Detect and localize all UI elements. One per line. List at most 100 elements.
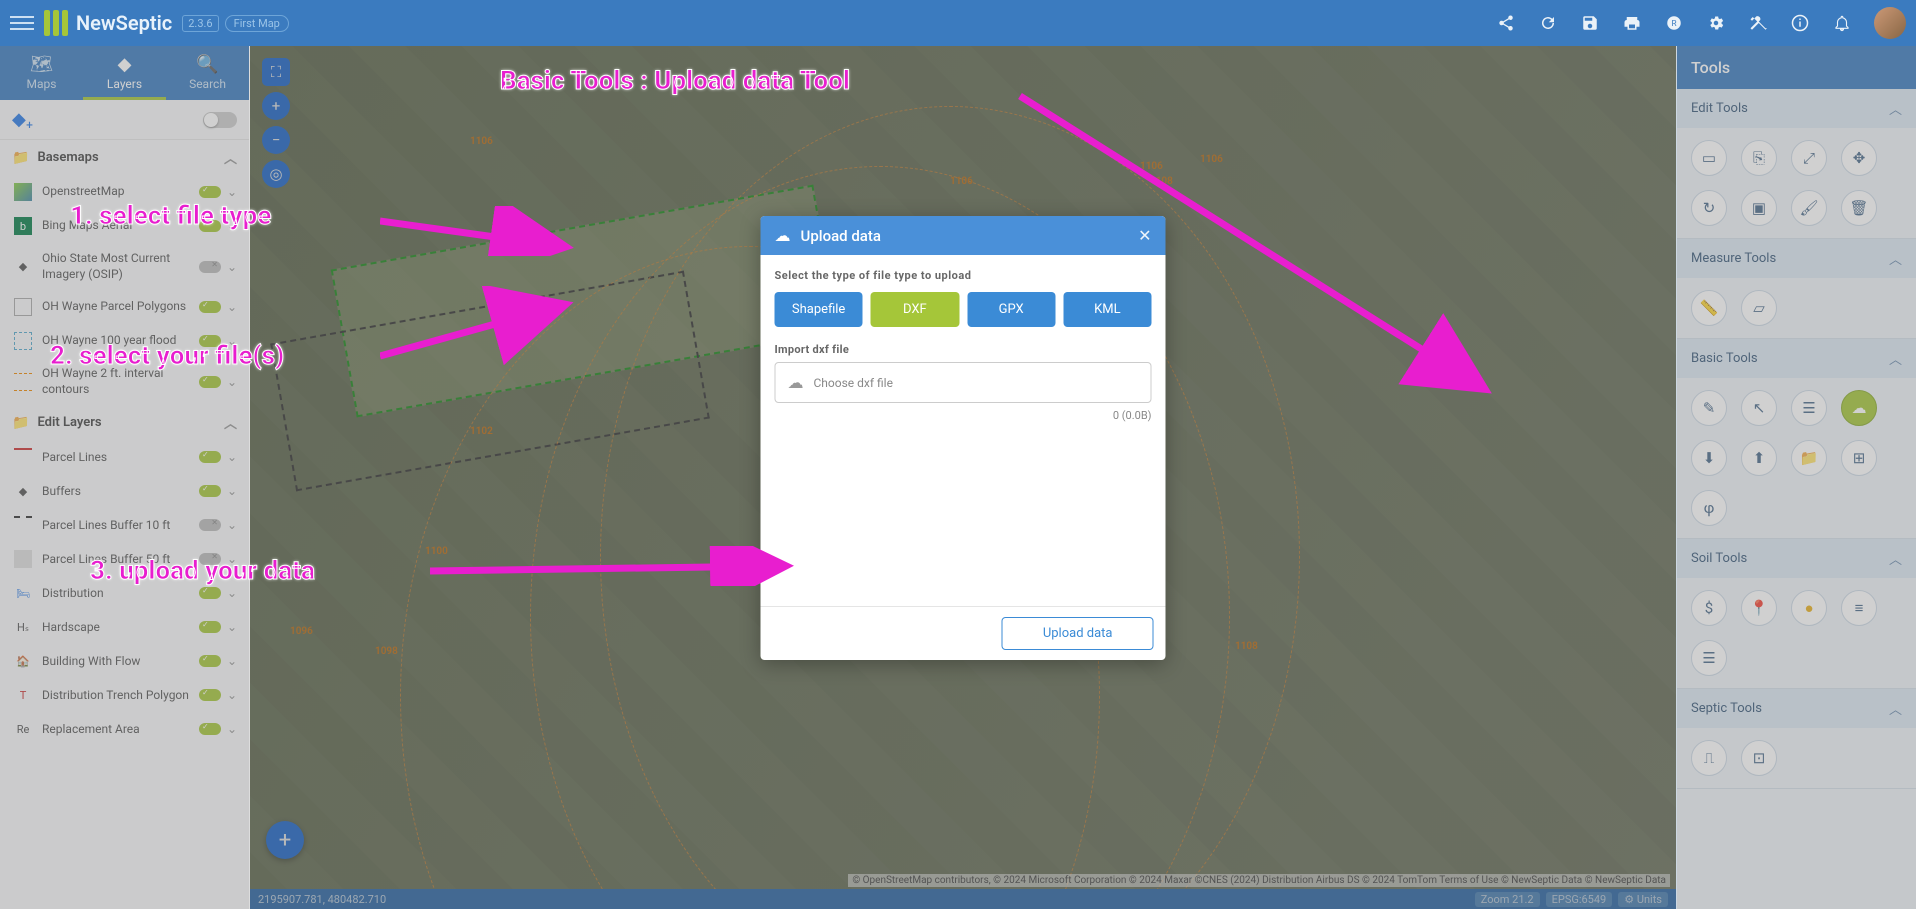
layer-toggle[interactable] [199,485,221,497]
layer-item[interactable]: bBing Maps Aerial⌄ [0,209,249,243]
chevron-down-icon[interactable]: ⌄ [227,375,237,389]
chevron-down-icon[interactable]: ⌄ [227,620,237,634]
chevron-down-icon[interactable]: ⌄ [227,518,237,532]
layer-toggle[interactable] [199,451,221,463]
chevron-down-icon[interactable]: ⌄ [227,688,237,702]
report-icon[interactable]: R [1664,13,1684,33]
layer-toggle[interactable] [199,186,221,198]
add-layer-icon[interactable]: ◆₊ [12,109,33,130]
layer-toggle[interactable] [199,621,221,633]
tools-icon[interactable] [1748,13,1768,33]
layer-item[interactable]: ◆Ohio State Most Current Imagery (OSIP)⌄ [0,243,249,290]
chevron-down-icon[interactable]: ⌄ [227,185,237,199]
layer-item[interactable]: 🏠Building With Flow⌄ [0,644,249,678]
pencil-tool[interactable]: ✎ [1691,390,1727,426]
tool-section-header[interactable]: Soil Tools︿ [1677,539,1916,578]
chevron-down-icon[interactable]: ⌄ [227,586,237,600]
map-canvas[interactable]: 1106 1106 1106 1106 1102 1100 1098 1096 … [250,46,1676,909]
layer-toggle[interactable] [199,723,221,735]
layer-item[interactable]: 🛏Distribution⌄ [0,576,249,610]
grid-tool[interactable]: ⊞ [1841,440,1877,476]
layer-toggle[interactable] [199,587,221,599]
layer-item[interactable]: ReReplacement Area⌄ [0,712,249,746]
measure-distance-tool[interactable]: 📏 [1691,290,1727,326]
save-icon[interactable] [1580,13,1600,33]
list-tool[interactable]: ☰ [1791,390,1827,426]
layer-item[interactable]: OpenstreetMap⌄ [0,175,249,209]
filetype-shapefile-button[interactable]: Shapefile [775,292,863,327]
soil-pin-tool[interactable]: 📍 [1741,590,1777,626]
folder-tool[interactable]: 📁 [1791,440,1827,476]
copy-tool[interactable]: ⎘ [1741,140,1777,176]
layer-toggle[interactable] [199,519,221,531]
layer-toggle[interactable] [199,689,221,701]
pointer-tool[interactable]: ↖ [1741,390,1777,426]
refresh-icon[interactable] [1538,13,1558,33]
settings-icon[interactable] [1706,13,1726,33]
chevron-down-icon[interactable]: ⌄ [227,450,237,464]
map-name-badge[interactable]: First Map [225,15,289,32]
layer-toggle[interactable] [199,376,221,388]
section-basemaps[interactable]: 📁 Basemaps ︿ [0,140,249,175]
layer-item[interactable]: OH Wayne Parcel Polygons⌄ [0,290,249,324]
chevron-down-icon[interactable]: ⌄ [227,260,237,274]
soil-circle-tool[interactable]: ● [1791,590,1827,626]
septic-tank-tool[interactable]: ⊡ [1741,740,1777,776]
print-icon[interactable] [1622,13,1642,33]
select-tool[interactable]: ▭ [1691,140,1727,176]
layer-toggle[interactable] [199,220,221,232]
cloud-download-tool[interactable]: ⬇ [1691,440,1727,476]
info-icon[interactable] [1790,13,1810,33]
chevron-down-icon[interactable]: ⌄ [227,722,237,736]
upload-data-tool[interactable]: ☁ [1841,390,1877,426]
tool-section-header[interactable]: Measure Tools︿ [1677,239,1916,278]
chevron-down-icon[interactable]: ⌄ [227,552,237,566]
chevron-down-icon[interactable]: ⌄ [227,334,237,348]
layer-item[interactable]: HₛHardscape⌄ [0,610,249,644]
delete-tool[interactable]: 🗑 [1841,190,1877,226]
brush-tool[interactable]: 🖌 [1791,190,1827,226]
layer-item[interactable]: TDistribution Trench Polygon⌄ [0,678,249,712]
layer-item[interactable]: OH Wayne 100 year flood⌄ [0,324,249,358]
tool-section-header[interactable]: Septic Tools︿ [1677,689,1916,728]
chevron-down-icon[interactable]: ⌄ [227,300,237,314]
measure-area-tool[interactable]: ▱ [1741,290,1777,326]
soil-point-tool[interactable]: $ [1691,590,1727,626]
sidebar-view-toggle[interactable] [203,112,237,128]
phi-tool[interactable]: φ [1691,490,1727,526]
close-icon[interactable]: ✕ [1138,226,1151,245]
chevron-down-icon[interactable]: ⌄ [227,484,237,498]
sidebar-tab-layers[interactable]: ◆Layers [83,46,166,100]
filetype-gpx-button[interactable]: GPX [967,292,1055,327]
soil-layers-tool[interactable]: ☰ [1691,640,1727,676]
soil-list-tool[interactable]: ≡ [1841,590,1877,626]
layer-item[interactable]: Parcel Lines Buffer 50 ft⌄ [0,542,249,576]
filetype-dxf-button[interactable]: DXF [871,292,959,327]
chevron-down-icon[interactable]: ⌄ [227,219,237,233]
chevron-down-icon[interactable]: ⌄ [227,654,237,668]
layer-item[interactable]: ◆Buffers⌄ [0,474,249,508]
septic-pipe-tool[interactable]: ⎍ [1691,740,1727,776]
edit-node-tool[interactable]: ▣ [1741,190,1777,226]
menu-icon[interactable] [10,11,34,35]
rotate-tool[interactable]: ↻ [1691,190,1727,226]
sidebar-tab-search[interactable]: 🔍Search [166,46,249,100]
sidebar-tab-maps[interactable]: 🗺Maps [0,46,83,100]
tool-section-header[interactable]: Edit Tools︿ [1677,89,1916,128]
user-avatar[interactable] [1874,7,1906,39]
layer-toggle[interactable] [199,335,221,347]
move-tool[interactable]: ✥ [1841,140,1877,176]
bell-icon[interactable] [1832,13,1852,33]
layer-toggle[interactable] [199,261,221,273]
layer-item[interactable]: Parcel Lines⌄ [0,440,249,474]
layer-item[interactable]: OH Wayne 2 ft. interval contours⌄ [0,358,249,405]
tool-section-header[interactable]: Basic Tools︿ [1677,339,1916,378]
cloud-upload-tool[interactable]: ⬆ [1741,440,1777,476]
section-edit-layers[interactable]: 📁 Edit Layers ︿ [0,405,249,440]
upload-data-button[interactable]: Upload data [1002,617,1154,650]
layer-toggle[interactable] [199,301,221,313]
file-picker[interactable]: ☁ Choose dxf file [775,362,1152,403]
layer-toggle[interactable] [199,655,221,667]
filetype-kml-button[interactable]: KML [1063,292,1151,327]
transform-tool[interactable]: ⤢ [1791,140,1827,176]
